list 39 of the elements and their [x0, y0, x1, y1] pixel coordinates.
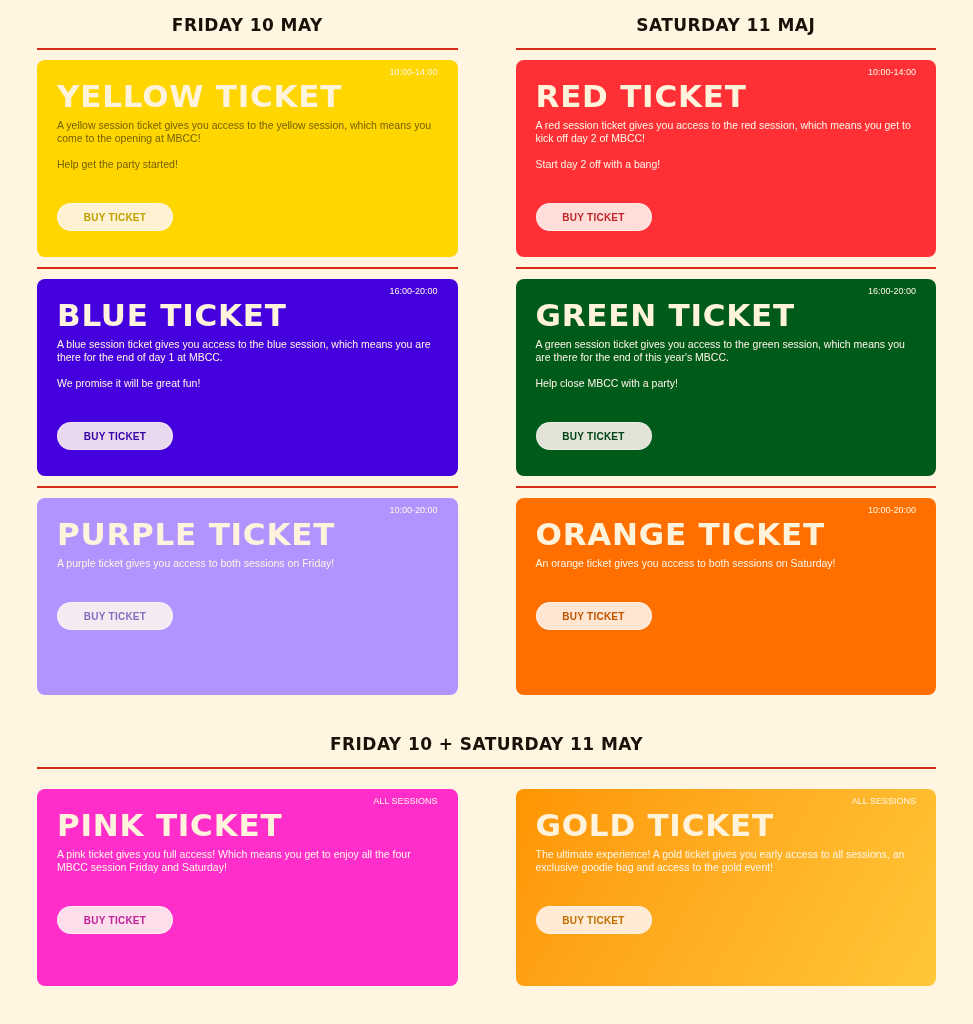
- day-heading: FRIDAY 10 MAY: [171, 14, 323, 37]
- ticket-title: BLUE TICKET: [57, 296, 287, 334]
- ticket-title: GREEN TICKET: [535, 296, 795, 334]
- buy-ticket-button[interactable]: BUY TICKET: [535, 602, 652, 630]
- buy-ticket-button[interactable]: BUY TICKET: [57, 203, 173, 231]
- time-label: 16:00-20:00: [389, 287, 438, 296]
- time-label: 10:00-20:00: [389, 506, 438, 515]
- ticket-title: ORANGE TICKET: [535, 515, 825, 553]
- ticket-title: YELLOW TICKET: [57, 77, 343, 115]
- ticket-title: PINK TICKET: [57, 806, 283, 844]
- time-label: 10:00-20:00: [867, 506, 916, 515]
- ticket-title: GOLD TICKET: [535, 806, 774, 844]
- ticket-description: A blue session ticket gives you access to the blue session, which means you are there for the end of day 1 at MBCC.: [57, 338, 432, 364]
- ticket-description: A pink ticket gives you full access! Which means you get to enjoy all the four MBCC session Friday and Saturday!: [57, 848, 412, 874]
- buy-ticket-button[interactable]: BUY TICKET: [535, 906, 652, 934]
- ticket-description: Start day 2 off with a bang!: [535, 158, 662, 171]
- ticket-description: A green session ticket gives you access to the green session, which means you are there for the end of this year's MBCC.: [535, 338, 906, 364]
- ticket-description: We promise it will be great fun!: [57, 377, 202, 390]
- buy-ticket-button[interactable]: BUY TICKET: [535, 203, 652, 231]
- ticket-description: A red session ticket gives you access to the red session, which means you get to kick off day 2 of MBCC!: [535, 119, 912, 145]
- ticket-title: RED TICKET: [535, 77, 747, 115]
- time-label: ALL SESSIONS: [851, 797, 916, 806]
- ticket-description: A yellow session ticket gives you access to the yellow session, which means you come to the opening at MBCC!: [57, 119, 433, 145]
- day-heading: SATURDAY 11 MAJ: [636, 14, 816, 37]
- ticket-description: An orange ticket gives you access to both sessions on Saturday!: [535, 557, 837, 570]
- buy-ticket-button[interactable]: BUY TICKET: [57, 422, 173, 450]
- ticket-description: Help get the party started!: [57, 158, 179, 171]
- ticket-title: PURPLE TICKET: [57, 515, 336, 553]
- time-label: 10:00-14:00: [389, 68, 438, 77]
- ticket-description: A purple ticket gives you access to both sessions on Friday!: [57, 557, 336, 570]
- ticket-description: Help close MBCC with a party!: [535, 377, 679, 390]
- time-label: 16:00-20:00: [867, 287, 916, 296]
- buy-ticket-button[interactable]: BUY TICKET: [57, 906, 173, 934]
- day-heading: FRIDAY 10 + SATURDAY 11 MAY: [330, 733, 643, 756]
- time-label: ALL SESSIONS: [373, 797, 438, 806]
- buy-ticket-button[interactable]: BUY TICKET: [57, 602, 173, 630]
- time-label: 10:00-14:00: [867, 68, 916, 77]
- buy-ticket-button[interactable]: BUY TICKET: [535, 422, 652, 450]
- ticket-description: The ultimate experience! A gold ticket gives you early access to all sessions, an exclusive goodie bag and access to the gold event!: [535, 848, 906, 874]
